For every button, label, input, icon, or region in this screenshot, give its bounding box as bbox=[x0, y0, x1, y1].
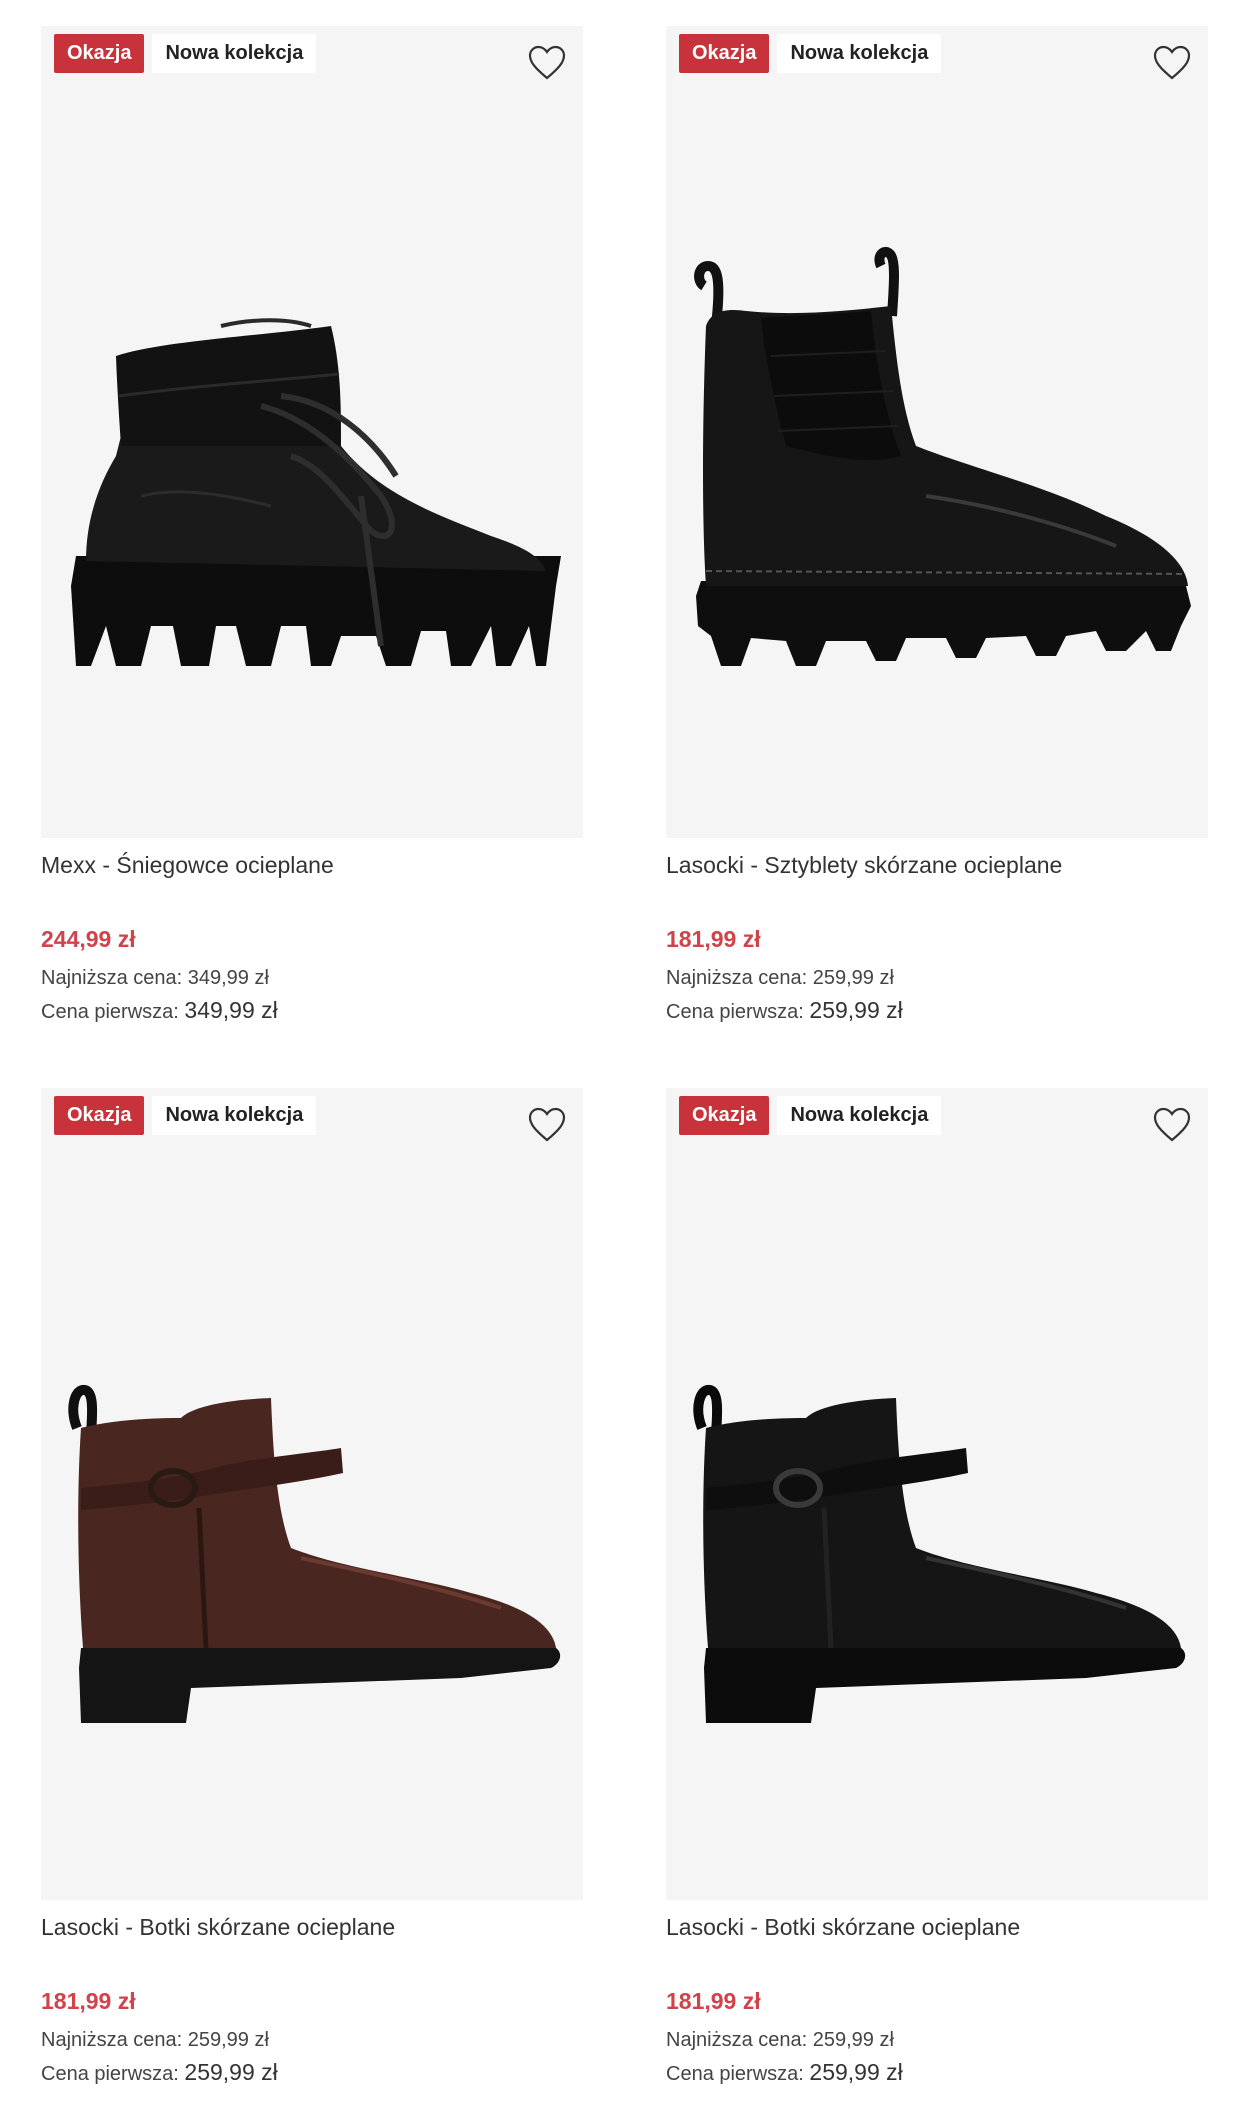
first-price-value: 259,99 zł bbox=[184, 2059, 278, 2085]
product-card[interactable]: Okazja Nowa kolekcja Mexx - Śniegowce oc… bbox=[41, 26, 583, 1056]
product-price: 181,99 zł bbox=[666, 926, 761, 952]
lowest-price-label: Najniższa cena: bbox=[666, 2029, 808, 2051]
lowest-price: Najniższa cena: 259,99 zł bbox=[41, 2029, 269, 2052]
product-name[interactable]: Lasocki - Botki skórzane ocieplane bbox=[41, 1914, 395, 1941]
new-collection-badge: Nowa kolekcja bbox=[152, 1096, 317, 1135]
lowest-price: Najniższa cena: 259,99 zł bbox=[666, 967, 894, 990]
new-collection-badge: Nowa kolekcja bbox=[777, 34, 942, 73]
snow-boot-image bbox=[71, 318, 561, 666]
first-price-value: 259,99 zł bbox=[809, 2059, 903, 2085]
sale-badge: Okazja bbox=[679, 1096, 770, 1135]
new-collection-badge: Nowa kolekcja bbox=[777, 1096, 942, 1135]
product-image[interactable]: Okazja Nowa kolekcja bbox=[41, 26, 583, 838]
product-card[interactable]: Okazja Nowa kolekcja Lasocki - Botki skó… bbox=[666, 1088, 1208, 2118]
product-name[interactable]: Mexx - Śniegowce ocieplane bbox=[41, 852, 334, 879]
lowest-price-value: 259,99 zł bbox=[187, 2029, 269, 2051]
first-price-value: 259,99 zł bbox=[809, 997, 903, 1023]
brown-ankle-boot-image bbox=[68, 1385, 561, 1723]
product-name[interactable]: Lasocki - Botki skórzane ocieplane bbox=[666, 1914, 1020, 1941]
product-image[interactable]: Okazja Nowa kolekcja bbox=[666, 26, 1208, 838]
chelsea-boot-image bbox=[694, 247, 1191, 666]
first-price-label: Cena pierwsza: bbox=[666, 1001, 804, 1023]
lowest-price-value: 259,99 zł bbox=[812, 967, 894, 989]
product-price: 181,99 zł bbox=[666, 1988, 761, 2014]
sale-badge: Okazja bbox=[679, 34, 770, 73]
lowest-price-value: 259,99 zł bbox=[812, 2029, 894, 2051]
lowest-price: Najniższa cena: 349,99 zł bbox=[41, 967, 269, 990]
new-collection-badge: Nowa kolekcja bbox=[152, 34, 317, 73]
first-price-label: Cena pierwsza: bbox=[666, 2063, 804, 2085]
lowest-price: Najniższa cena: 259,99 zł bbox=[666, 2029, 894, 2052]
product-image[interactable]: Okazja Nowa kolekcja bbox=[41, 1088, 583, 1900]
first-price-label: Cena pierwsza: bbox=[41, 1001, 179, 1023]
product-price: 244,99 zł bbox=[41, 926, 136, 952]
first-price: Cena pierwsza: 259,99 zł bbox=[41, 2059, 278, 2086]
lowest-price-value: 349,99 zł bbox=[187, 967, 269, 989]
first-price: Cena pierwsza: 259,99 zł bbox=[666, 2059, 903, 2086]
first-price-value: 349,99 zł bbox=[184, 997, 278, 1023]
product-price: 181,99 zł bbox=[41, 1988, 136, 2014]
wishlist-heart-icon[interactable] bbox=[525, 1103, 569, 1147]
wishlist-heart-icon[interactable] bbox=[1150, 41, 1194, 85]
sale-badge: Okazja bbox=[54, 1096, 145, 1135]
product-card[interactable]: Okazja Nowa kolekcja Lasocki - Botki skó… bbox=[41, 1088, 583, 2118]
product-name[interactable]: Lasocki - Sztyblety skórzane ocieplane bbox=[666, 852, 1062, 879]
first-price: Cena pierwsza: 349,99 zł bbox=[41, 997, 278, 1024]
product-card[interactable]: Okazja Nowa kolekcja Lasocki - Sztyblety… bbox=[666, 26, 1208, 1056]
first-price-label: Cena pierwsza: bbox=[41, 2063, 179, 2085]
lowest-price-label: Najniższa cena: bbox=[41, 2029, 183, 2051]
wishlist-heart-icon[interactable] bbox=[1150, 1103, 1194, 1147]
lowest-price-label: Najniższa cena: bbox=[41, 967, 183, 989]
first-price: Cena pierwsza: 259,99 zł bbox=[666, 997, 903, 1024]
sale-badge: Okazja bbox=[54, 34, 145, 73]
wishlist-heart-icon[interactable] bbox=[525, 41, 569, 85]
lowest-price-label: Najniższa cena: bbox=[666, 967, 808, 989]
black-ankle-boot-image bbox=[693, 1385, 1186, 1723]
product-image[interactable]: Okazja Nowa kolekcja bbox=[666, 1088, 1208, 1900]
